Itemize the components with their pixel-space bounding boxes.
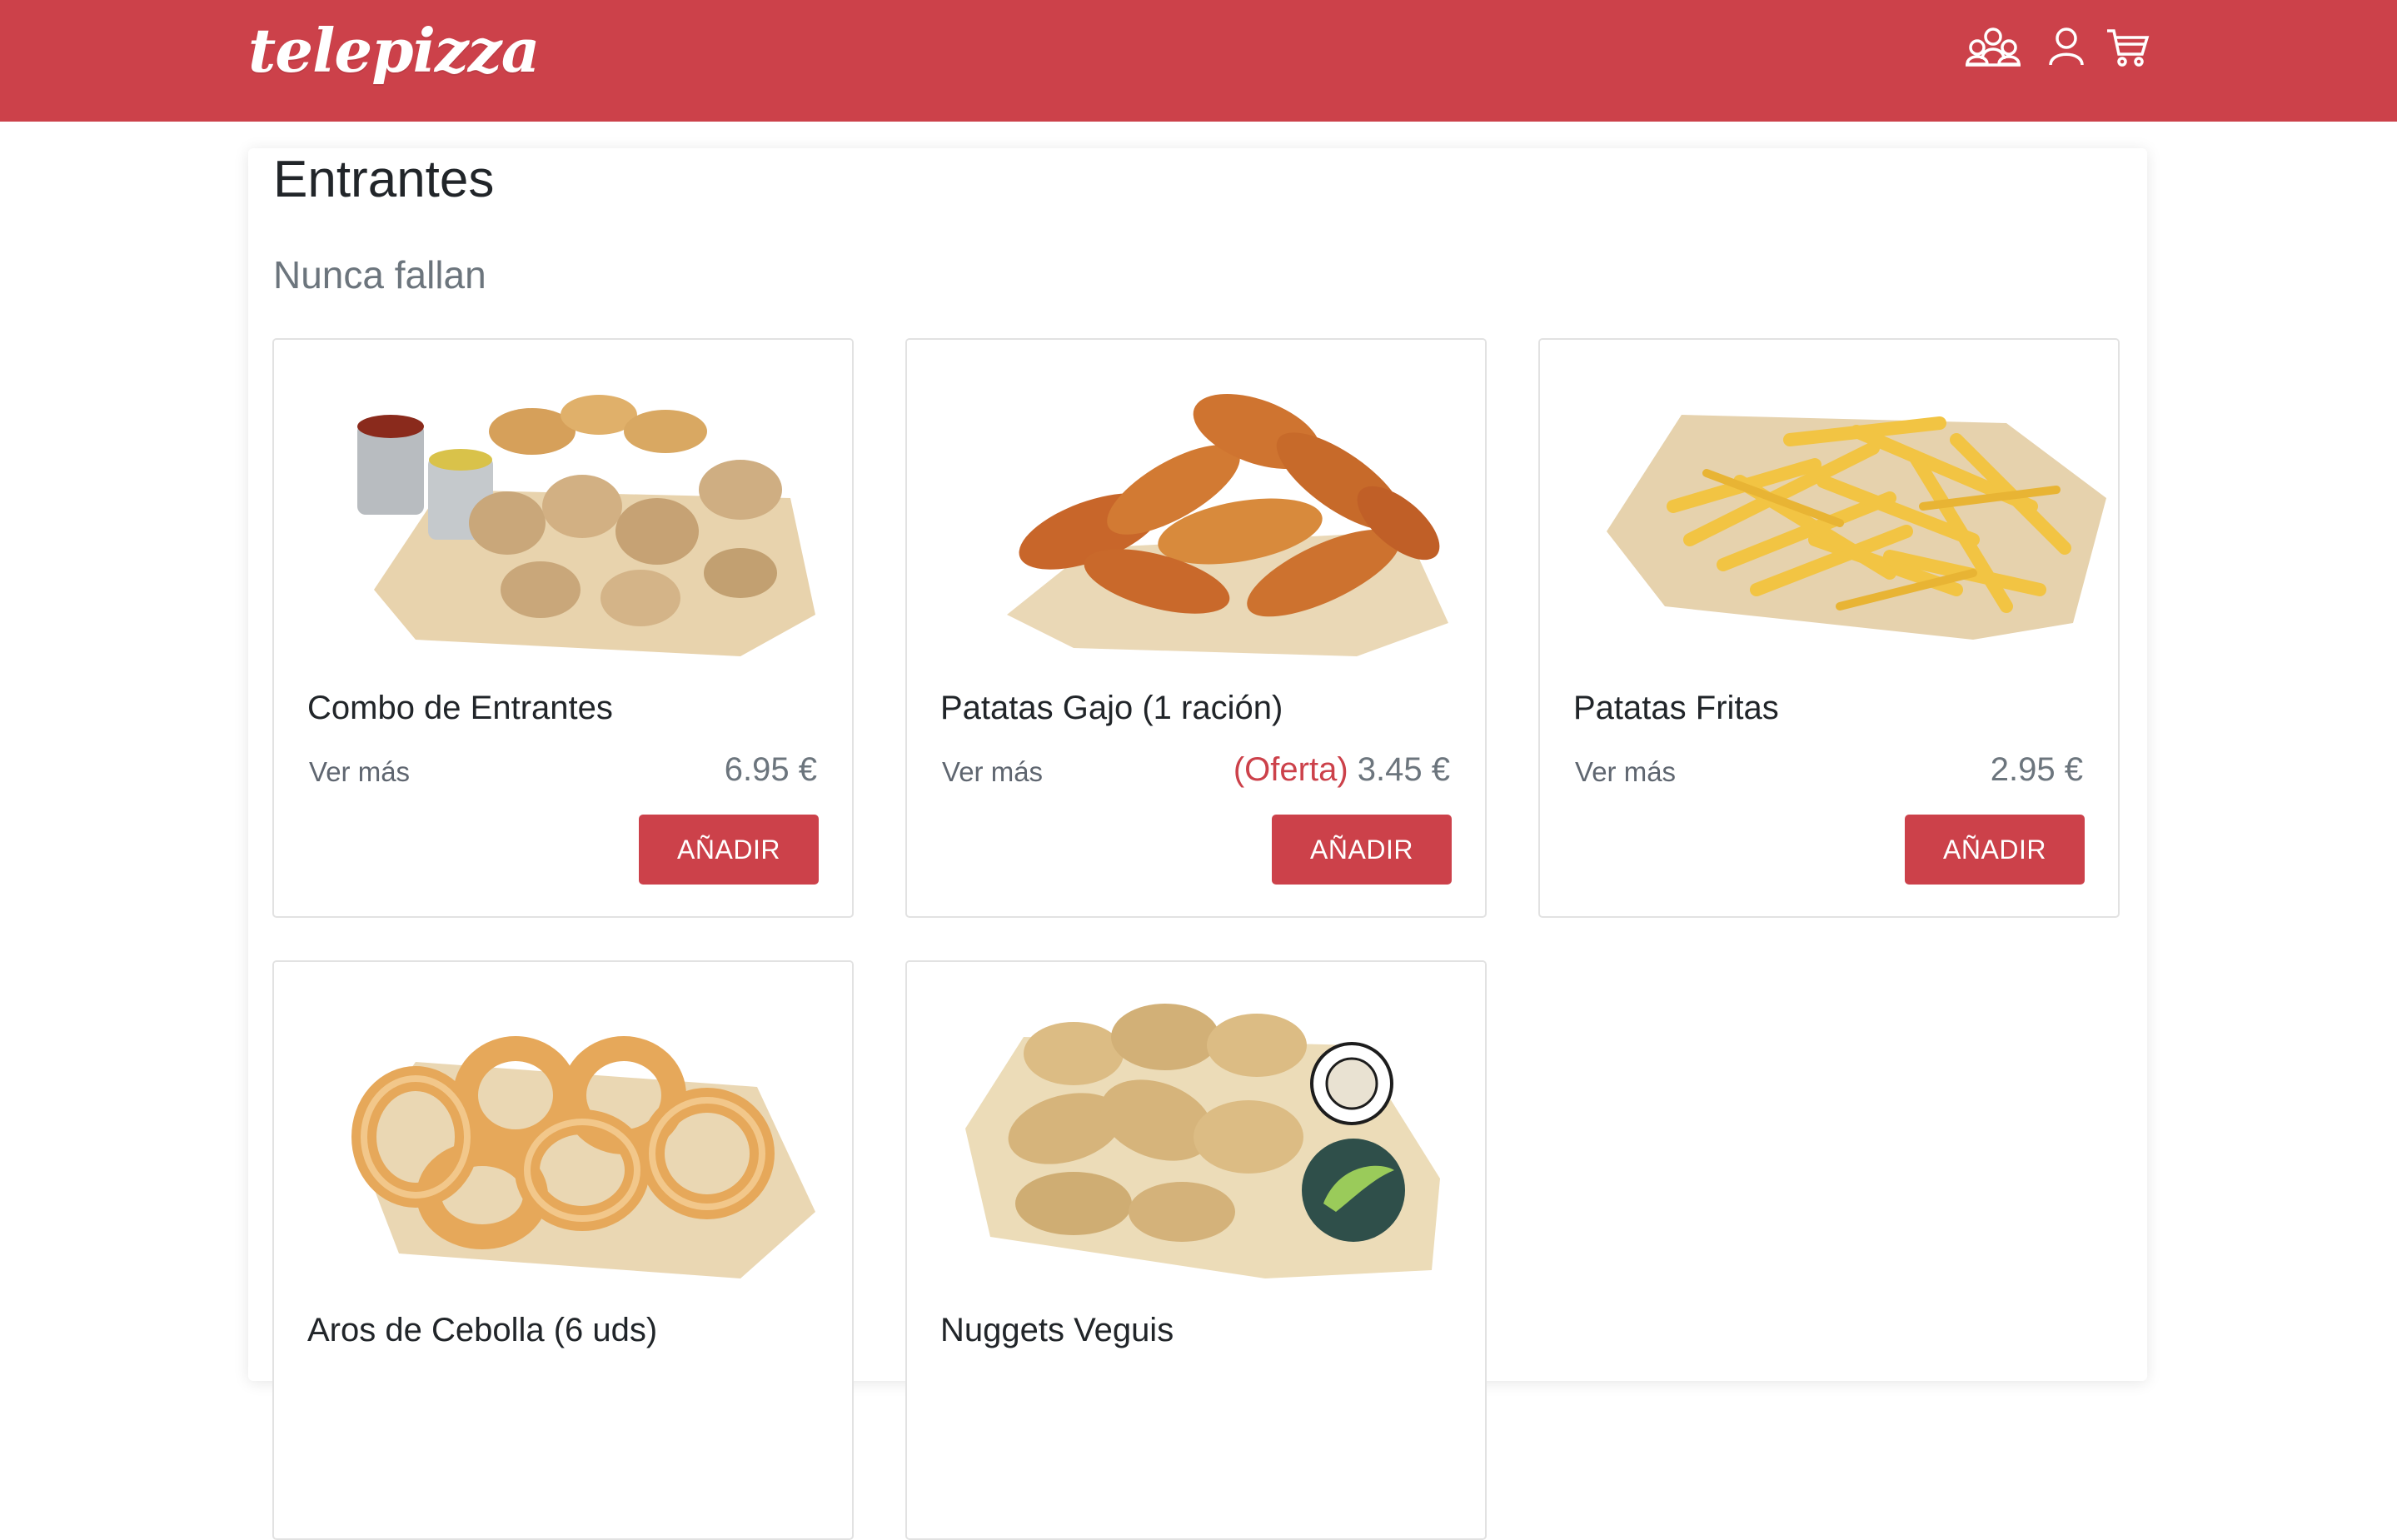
see-more-link[interactable]: Ver más	[942, 756, 1043, 788]
section-title: Nunca fallan	[273, 253, 486, 297]
product-card[interactable]: Aros de Cebolla (6 uds)	[272, 960, 854, 1540]
see-more-link[interactable]: Ver más	[309, 756, 410, 788]
product-name: Nuggets Veguis	[940, 1312, 1174, 1348]
telepizza-logo[interactable]: telepizza	[248, 15, 540, 86]
product-card[interactable]: Nuggets Veguis	[905, 960, 1487, 1540]
price-value: 3.45 €	[1357, 751, 1450, 788]
top-navbar: telepizza	[0, 0, 2397, 122]
product-image[interactable]	[274, 340, 852, 656]
product-image[interactable]	[907, 962, 1485, 1278]
offer-label: (Oferta)	[1233, 751, 1348, 788]
product-name: Patatas Fritas	[1573, 690, 1779, 726]
product-image[interactable]	[274, 962, 852, 1278]
groups-icon[interactable]	[1964, 23, 2022, 70]
add-button[interactable]: AÑADIR	[1905, 815, 2085, 885]
cart-icon[interactable]	[2099, 23, 2157, 70]
product-image[interactable]	[907, 340, 1485, 656]
product-name: Patatas Gajo (1 ración)	[940, 690, 1283, 726]
product-price: 2.95 €	[1991, 751, 2083, 789]
add-button[interactable]: AÑADIR	[639, 815, 819, 885]
product-card[interactable]: Patatas Fritas Ver más 2.95 € AÑADIR	[1538, 338, 2120, 918]
product-name: Combo de Entrantes	[307, 690, 613, 726]
product-price: (Oferta) 3.45 €	[1233, 751, 1450, 789]
see-more-link[interactable]: Ver más	[1575, 756, 1676, 788]
product-name: Aros de Cebolla (6 uds)	[307, 1312, 658, 1348]
product-card[interactable]: Patatas Gajo (1 ración) Ver más (Oferta)…	[905, 338, 1487, 918]
price-value: 6.95 €	[724, 751, 817, 788]
product-price: 6.95 €	[725, 751, 817, 789]
page-title: Entrantes	[273, 151, 495, 208]
product-image[interactable]	[1540, 340, 2118, 656]
user-icon[interactable]	[2037, 23, 2096, 70]
product-card[interactable]: Combo de Entrantes Ver más 6.95 € AÑADIR	[272, 338, 854, 918]
add-button[interactable]: AÑADIR	[1272, 815, 1452, 885]
price-value: 2.95 €	[1990, 751, 2083, 788]
